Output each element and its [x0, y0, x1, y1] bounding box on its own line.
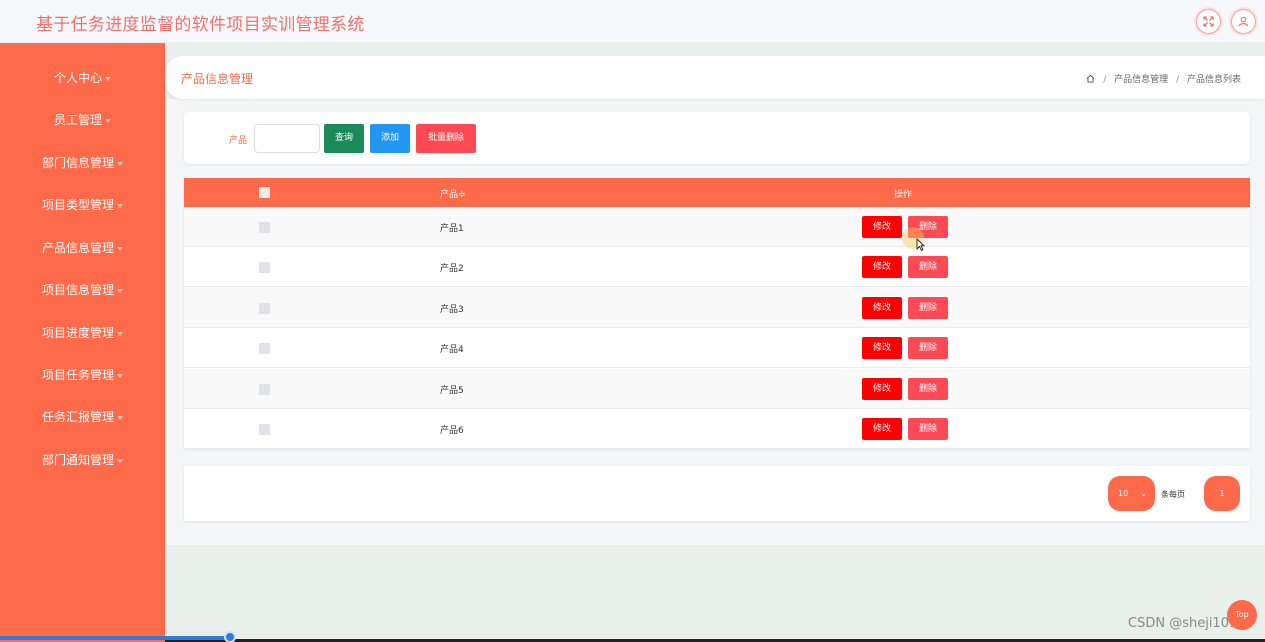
edit-button[interactable]: 修改	[862, 256, 902, 278]
delete-button[interactable]: 删除	[908, 256, 948, 278]
sidebar-item-project-tasks[interactable]: 项目任务管理	[0, 366, 165, 383]
edit-button[interactable]: 修改	[862, 418, 902, 440]
breadcrumb: / 产品信息管理 / 产品信息列表	[1086, 72, 1241, 85]
caret-down-icon	[117, 161, 123, 166]
scroll-progress-handle[interactable]	[224, 631, 236, 642]
sidebar-item-project-progress[interactable]: 项目进度管理	[0, 324, 165, 341]
query-button[interactable]: 查询	[324, 124, 364, 153]
row-checkbox[interactable]	[259, 303, 270, 314]
page-size-value: 10	[1118, 489, 1129, 498]
expand-arrows-icon[interactable]	[1196, 9, 1221, 34]
sidebar-item-label: 产品信息管理	[41, 241, 114, 255]
caret-down-icon	[117, 246, 123, 251]
product-name-cell: 产品6	[440, 426, 464, 436]
add-button[interactable]: 添加	[370, 124, 410, 153]
mouse-cursor-icon	[916, 237, 926, 254]
sidebar: 个人中心 员工管理 部门信息管理 项目类型管理 产品信息管理 项目信息管理 项目…	[0, 43, 165, 642]
breadcrumb-bar: 产品信息管理 / 产品信息管理 / 产品信息列表	[165, 56, 1265, 99]
column-header-product[interactable]: 产品≑	[440, 187, 466, 200]
sidebar-item-label: 部门信息管理	[41, 156, 114, 170]
product-search-input[interactable]	[254, 124, 320, 153]
caret-down-icon	[117, 373, 123, 378]
table-row: 产品5 修改 删除	[184, 369, 1250, 409]
breadcrumb-level1[interactable]: 产品信息管理	[1114, 75, 1168, 85]
product-name-cell: 产品1	[440, 224, 464, 234]
table-row: 产品2 修改 删除	[184, 247, 1250, 287]
sidebar-item-label: 部门通知管理	[41, 453, 114, 467]
sidebar-item-personal-center[interactable]: 个人中心	[0, 69, 165, 86]
caret-down-icon	[117, 331, 123, 336]
caret-down-icon	[105, 76, 111, 81]
page-number-button[interactable]: 1	[1204, 476, 1240, 511]
product-name-cell: 产品3	[440, 305, 464, 315]
caret-down-icon	[117, 458, 123, 463]
select-all-checkbox[interactable]	[259, 187, 270, 198]
edit-button[interactable]: 修改	[862, 337, 902, 359]
breadcrumb-separator: /	[1176, 75, 1180, 85]
product-table: 产品≑ 操作 产品1 修改 删除 产品2 修改 删除 产品3 修改 删除 产品4…	[184, 178, 1250, 449]
scroll-progress-bar	[0, 636, 230, 640]
sidebar-item-department-notices[interactable]: 部门通知管理	[0, 451, 165, 468]
edit-button[interactable]: 修改	[862, 378, 902, 400]
row-checkbox[interactable]	[259, 384, 270, 395]
table-row: 产品4 修改 删除	[184, 328, 1250, 368]
row-checkbox[interactable]	[259, 343, 270, 354]
product-name-cell: 产品2	[440, 264, 464, 274]
table-row: 产品1 修改 删除	[184, 207, 1250, 247]
caret-down-icon	[105, 118, 111, 123]
app-title: 基于任务进度监督的软件项目实训管理系统	[36, 15, 365, 35]
sidebar-item-task-reports[interactable]: 任务汇报管理	[0, 408, 165, 425]
column-header-actions: 操作	[894, 190, 913, 200]
edit-button[interactable]: 修改	[862, 297, 902, 319]
sidebar-item-project-types[interactable]: 项目类型管理	[0, 196, 165, 213]
home-icon[interactable]	[1086, 74, 1098, 85]
edit-button[interactable]: 修改	[862, 216, 902, 238]
delete-button[interactable]: 删除	[908, 418, 948, 440]
user-icon[interactable]	[1231, 9, 1256, 34]
per-page-label: 条每页	[1161, 490, 1185, 499]
row-checkbox[interactable]	[259, 262, 270, 273]
sidebar-item-departments[interactable]: 部门信息管理	[0, 154, 165, 171]
page-title: 产品信息管理	[181, 72, 254, 86]
sidebar-item-label: 项目进度管理	[41, 326, 114, 340]
delete-button[interactable]: 删除	[908, 378, 948, 400]
sidebar-item-projects[interactable]: 项目信息管理	[0, 281, 165, 298]
chevron-down-icon: ⌄	[1140, 489, 1147, 498]
back-to-top-button[interactable]: Top	[1227, 600, 1257, 630]
breadcrumb-level2: 产品信息列表	[1186, 75, 1241, 85]
pagination-bar: 10 ⌄ 条每页 1	[184, 466, 1250, 521]
batch-delete-button[interactable]: 批量删除	[416, 124, 476, 153]
sidebar-item-label: 员工管理	[53, 113, 102, 127]
page-size-select[interactable]: 10 ⌄	[1108, 476, 1155, 511]
table-row: 产品3 修改 删除	[184, 288, 1250, 328]
delete-button[interactable]: 删除	[908, 297, 948, 319]
top-header: 基于任务进度监督的软件项目实训管理系统	[0, 0, 1265, 43]
caret-down-icon	[117, 203, 123, 208]
row-checkbox[interactable]	[259, 424, 270, 435]
sidebar-item-label: 项目类型管理	[41, 198, 114, 212]
product-name-cell: 产品5	[440, 386, 464, 396]
search-panel: 产品 查询 添加 批量删除	[184, 112, 1250, 164]
breadcrumb-separator: /	[1103, 75, 1107, 85]
row-checkbox[interactable]	[259, 222, 270, 233]
caret-down-icon	[117, 288, 123, 293]
table-row: 产品6 修改 删除	[184, 409, 1250, 449]
product-name-cell: 产品4	[440, 345, 464, 355]
sidebar-item-label: 项目任务管理	[41, 368, 114, 382]
sidebar-item-label: 任务汇报管理	[41, 410, 114, 424]
sidebar-item-label: 个人中心	[53, 71, 102, 85]
sidebar-item-employees[interactable]: 员工管理	[0, 111, 165, 128]
product-search-label: 产品	[229, 136, 248, 146]
table-header: 产品≑ 操作	[184, 178, 1250, 207]
caret-down-icon	[117, 415, 123, 420]
sidebar-item-products[interactable]: 产品信息管理	[0, 239, 165, 256]
sidebar-item-label: 项目信息管理	[41, 283, 114, 297]
delete-button[interactable]: 删除	[908, 337, 948, 359]
